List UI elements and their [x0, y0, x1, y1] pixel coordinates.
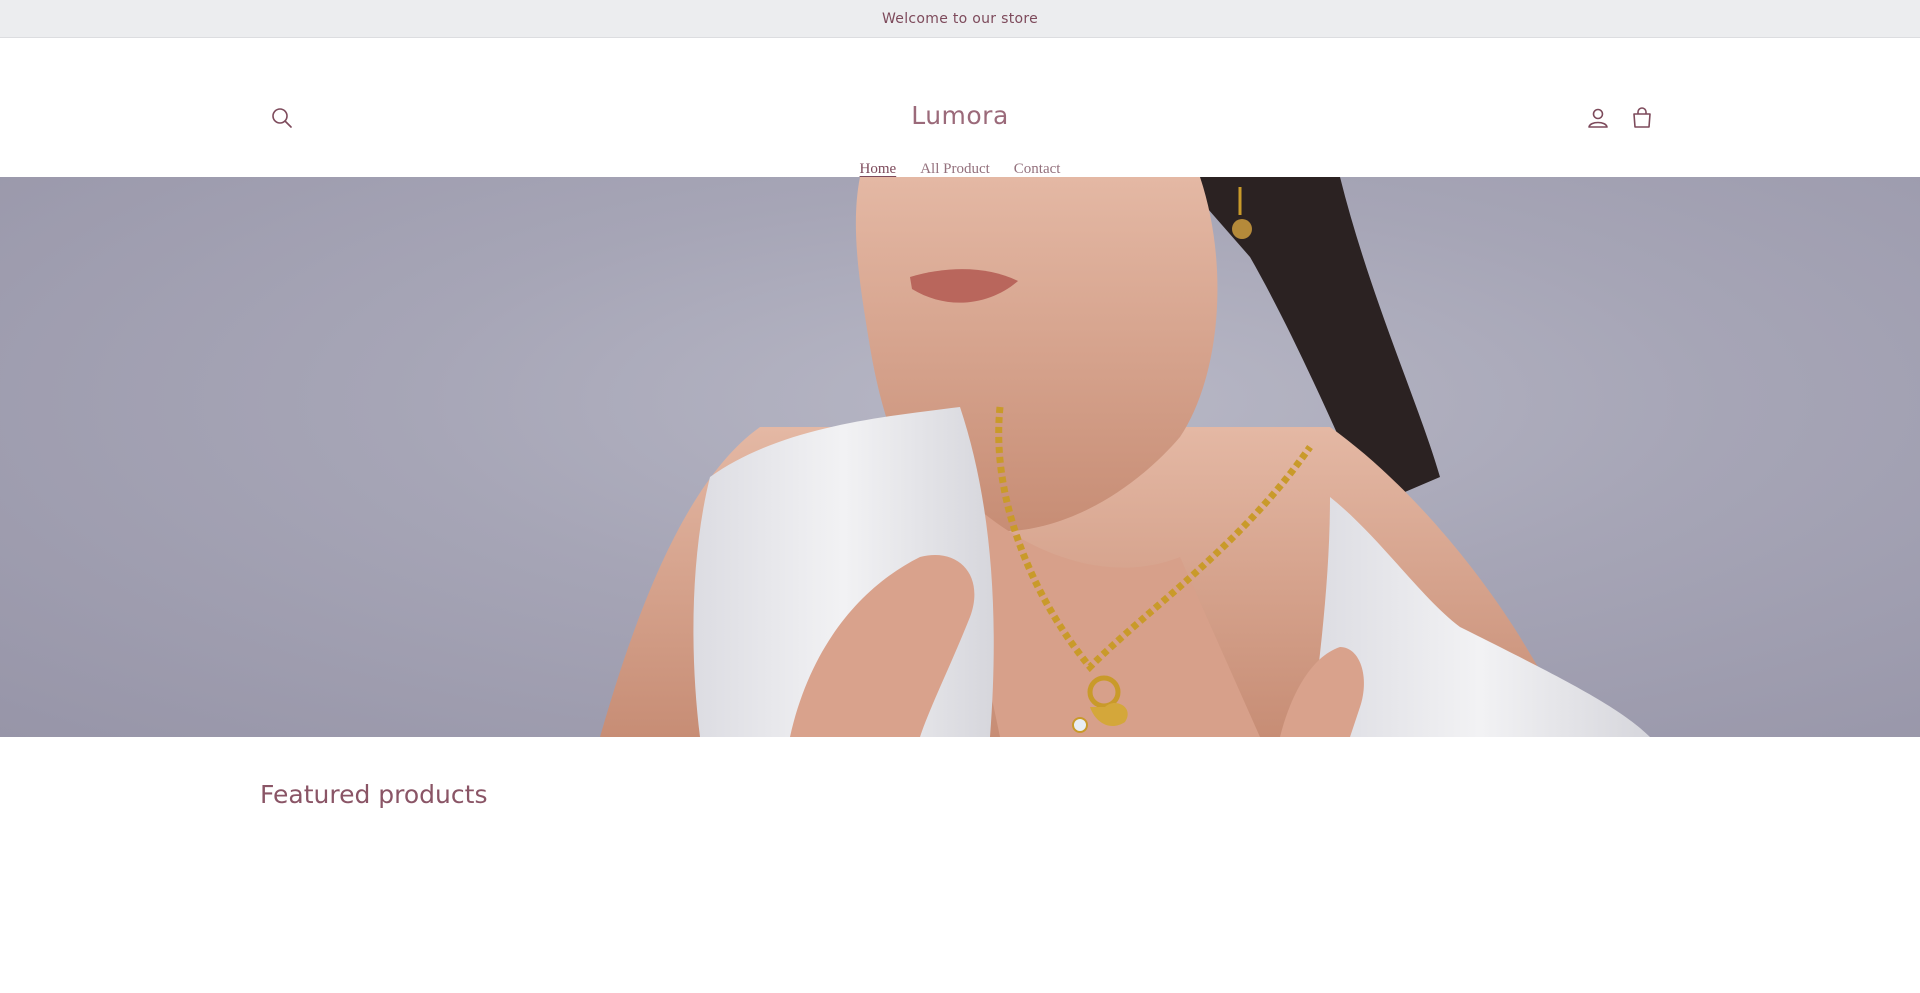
nav-item-contact[interactable]: Contact	[1014, 161, 1061, 178]
hero-image	[600, 177, 1650, 737]
announcement-text: Welcome to our store	[881, 10, 1039, 27]
account-icon	[1588, 108, 1608, 128]
nav-item-all-product[interactable]: All Product	[920, 161, 990, 178]
main-nav: Home All Product Contact	[0, 161, 1920, 178]
hero-banner	[0, 177, 1920, 737]
cart-icon	[1633, 107, 1651, 128]
cart-button[interactable]	[1628, 104, 1656, 132]
announcement-bar: Welcome to our store	[0, 0, 1920, 38]
site-header: Lumora Home All Product Contact	[0, 38, 1920, 177]
account-button[interactable]	[1584, 104, 1612, 132]
featured-products-heading: Featured products	[260, 780, 488, 809]
nav-item-home[interactable]: Home	[860, 161, 897, 178]
